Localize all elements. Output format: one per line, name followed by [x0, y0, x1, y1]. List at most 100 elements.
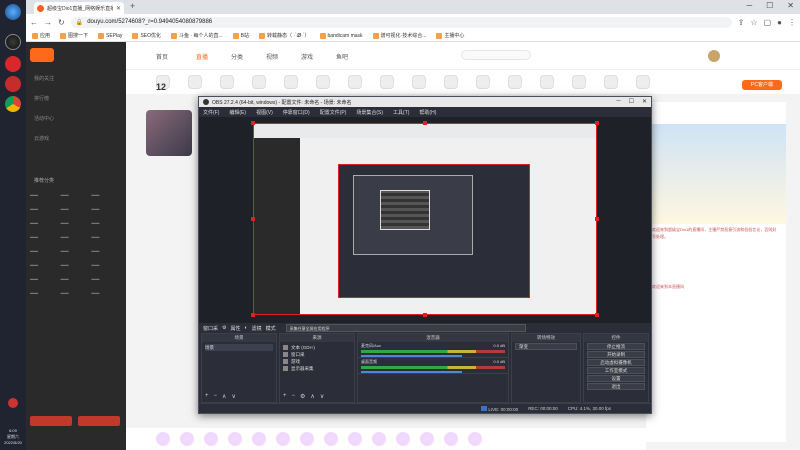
start-recording-button[interactable]: 开始录制: [587, 351, 645, 358]
category-link[interactable]: ▬▬: [61, 262, 92, 267]
category-icon[interactable]: [604, 75, 618, 89]
category-icon[interactable]: [540, 75, 554, 89]
category-link[interactable]: ▬▬: [30, 262, 61, 267]
resize-handle[interactable]: [423, 313, 427, 317]
bookmark-item[interactable]: SEO优化: [132, 32, 161, 39]
bookmark-item[interactable]: SEPlay: [98, 32, 122, 39]
douyu-search-input[interactable]: [461, 50, 531, 60]
new-tab-icon[interactable]: +: [130, 1, 135, 11]
category-icon[interactable]: [636, 75, 650, 89]
category-icon[interactable]: [412, 75, 426, 89]
nav-home[interactable]: 首页: [156, 52, 168, 61]
sidebar-item-cloudgame[interactable]: 云游戏: [26, 132, 126, 144]
category-link[interactable]: ▬▬: [91, 192, 122, 197]
menu-tools[interactable]: 工具(T): [393, 109, 409, 116]
gift-icon[interactable]: [180, 432, 194, 446]
tray-icon[interactable]: [8, 398, 18, 408]
menu-edit[interactable]: 编辑(E): [229, 109, 246, 116]
category-link[interactable]: ▬▬: [91, 262, 122, 267]
category-icon[interactable]: [508, 75, 522, 89]
resize-handle[interactable]: [595, 121, 599, 125]
remove-icon[interactable]: −: [214, 393, 218, 402]
extensions-icon[interactable]: ▢: [764, 18, 772, 27]
gift-icon[interactable]: [156, 432, 170, 446]
volume-slider[interactable]: [361, 371, 462, 373]
gift-icon[interactable]: [252, 432, 266, 446]
category-link[interactable]: ▬▬: [91, 220, 122, 225]
start-icon[interactable]: [5, 4, 21, 20]
category-icon[interactable]: [252, 75, 266, 89]
taskbar-clock[interactable]: 6:09 星期六 2022/8/20: [0, 428, 26, 446]
sidebar-action-button[interactable]: [78, 416, 120, 426]
stop-streaming-button[interactable]: 停止推流: [587, 343, 645, 350]
menu-file[interactable]: 文件(F): [203, 109, 219, 116]
douyu-logo-icon[interactable]: [30, 48, 54, 62]
minimize-icon[interactable]: ─: [616, 98, 620, 105]
category-icon[interactable]: [444, 75, 458, 89]
netease-music-icon[interactable]: [5, 76, 21, 92]
sidebar-item-rank[interactable]: 排行榜: [26, 92, 126, 104]
category-icon[interactable]: [348, 75, 362, 89]
category-icon[interactable]: [220, 75, 234, 89]
resize-handle[interactable]: [251, 217, 255, 221]
profile-icon[interactable]: ●: [777, 18, 782, 27]
reload-icon[interactable]: ↻: [58, 18, 65, 27]
chrome-icon[interactable]: [5, 96, 21, 112]
forward-icon[interactable]: →: [44, 18, 52, 27]
category-icon[interactable]: [380, 75, 394, 89]
category-link[interactable]: ▬▬: [30, 248, 61, 253]
capture-mode-select[interactable]: 采集任意全屏应用程序: [285, 324, 526, 332]
menu-icon[interactable]: ⋮: [788, 18, 796, 27]
volume-slider[interactable]: [361, 355, 462, 357]
source-item[interactable]: 游戏: [283, 358, 351, 365]
virtual-camera-button[interactable]: 启动虚拟摄像机: [587, 359, 645, 366]
add-icon[interactable]: +: [283, 393, 287, 402]
user-avatar[interactable]: [708, 50, 720, 62]
obs-title-bar[interactable]: OBS 27.2.4 (64-bit, windows) - 配置文件: 未命名…: [199, 97, 651, 107]
category-link[interactable]: ▬▬: [91, 290, 122, 295]
gift-icon[interactable]: [372, 432, 386, 446]
menu-profile[interactable]: 配置文件(P): [320, 109, 347, 116]
source-item[interactable]: 文本 (GDI+): [283, 344, 351, 351]
gift-icon[interactable]: [204, 432, 218, 446]
bookmark-item[interactable]: 图搜一下: [60, 32, 88, 39]
bookmark-star-icon[interactable]: ☆: [750, 18, 757, 27]
category-link[interactable]: ▬▬: [30, 276, 61, 281]
nav-game[interactable]: 游戏: [301, 52, 313, 61]
nav-video[interactable]: 视频: [266, 52, 278, 61]
menu-help[interactable]: 帮助(H): [419, 109, 436, 116]
gift-icon[interactable]: [228, 432, 242, 446]
category-link[interactable]: ▬▬: [91, 234, 122, 239]
bookmark-item[interactable]: 斗鱼 · 每个人的直...: [171, 32, 223, 39]
move-down-icon[interactable]: ∨: [231, 393, 235, 402]
window-capture-source[interactable]: [253, 123, 597, 315]
bookmark-item[interactable]: 谱可视化·技术综合...: [372, 32, 426, 39]
settings-button[interactable]: 设置: [587, 375, 645, 382]
move-down-icon[interactable]: ∨: [320, 393, 324, 402]
bookmark-item[interactable]: 应用: [32, 32, 50, 39]
move-up-icon[interactable]: ∧: [222, 393, 226, 402]
category-link[interactable]: ▬▬: [61, 206, 92, 211]
category-link[interactable]: ▬▬: [91, 248, 122, 253]
bookmark-item[interactable]: 主播中心: [436, 32, 464, 39]
category-icon[interactable]: [284, 75, 298, 89]
add-icon[interactable]: +: [205, 393, 209, 402]
filters-button[interactable]: 滤镜: [252, 325, 262, 332]
category-icon[interactable]: [188, 75, 202, 89]
studio-mode-button[interactable]: 工作室模式: [587, 367, 645, 374]
source-item[interactable]: 显示器采集: [283, 365, 351, 372]
gift-icon[interactable]: [468, 432, 482, 446]
source-item[interactable]: 窗口采: [283, 351, 351, 358]
maximize-icon[interactable]: ☐: [766, 1, 773, 10]
sidebar-item-events[interactable]: 活动中心: [26, 112, 126, 124]
gear-icon[interactable]: ⚙: [300, 393, 305, 402]
minimize-icon[interactable]: ─: [746, 1, 752, 10]
menu-scene-collection[interactable]: 场景集合(S): [356, 109, 383, 116]
category-link[interactable]: ▬▬: [61, 276, 92, 281]
nav-category[interactable]: 分类: [231, 52, 243, 61]
bookmark-item[interactable]: B站: [232, 32, 249, 39]
category-link[interactable]: ▬▬: [30, 206, 61, 211]
resize-handle[interactable]: [595, 313, 599, 317]
category-link[interactable]: ▬▬: [61, 220, 92, 225]
category-link[interactable]: ▬▬: [61, 248, 92, 253]
